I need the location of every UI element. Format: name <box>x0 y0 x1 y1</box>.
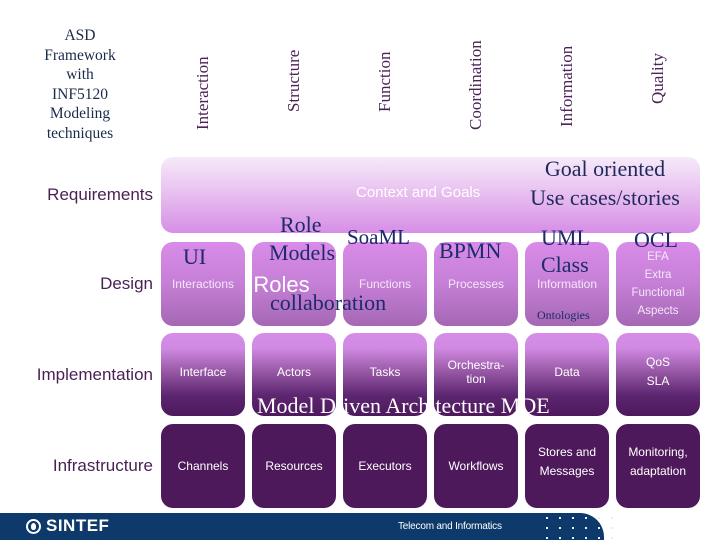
diagram-title: ASD Framework with INF5120 Modeling tech… <box>20 26 140 143</box>
impl-cell-qos: QoS SLA <box>616 333 700 416</box>
decoration-dot <box>572 537 574 539</box>
cell-line: QoS <box>645 354 670 369</box>
soaml-overlay: SoaML <box>347 225 410 249</box>
decoration-dot <box>585 527 587 529</box>
decoration-dot <box>585 537 587 539</box>
sintef-logo: SINTEF <box>26 516 109 536</box>
cell-label: Interactions <box>171 276 235 291</box>
column-header-quality: Quality <box>638 0 678 130</box>
column-header-label: Coordination <box>466 40 485 130</box>
dot-pattern-decoration <box>542 515 617 539</box>
uml-overlay-line2: Class <box>541 252 589 277</box>
decoration-dot <box>611 517 613 519</box>
infra-cell-channels: Channels <box>161 424 245 508</box>
cell-line: Messages <box>539 464 595 478</box>
decoration-dot <box>611 537 613 539</box>
uml-overlay-line1: UML <box>541 225 590 250</box>
cell-line: Workflows <box>448 458 504 473</box>
decoration-dot <box>559 527 561 529</box>
cell-line: Interface <box>179 365 227 379</box>
goal-line: Goal oriented <box>544 156 666 181</box>
infra-cell-stores: Stores and Messages <box>525 424 609 508</box>
decoration-dot <box>611 527 613 529</box>
cell-line: adaptation <box>629 464 687 478</box>
infra-cell-monitoring: Monitoring, adaptation <box>616 424 700 508</box>
cell-line: Data <box>554 365 580 379</box>
cell-line: SLA <box>646 373 670 388</box>
infra-cell-workflows: Workflows <box>434 424 518 508</box>
cell-line: tion <box>466 371 486 386</box>
cell-line: Stores and <box>537 445 597 459</box>
column-header-interaction: Interaction <box>183 0 223 130</box>
decoration-dot <box>546 527 548 529</box>
cell-line: Actors <box>276 365 311 379</box>
ui-overlay: UI <box>183 244 207 269</box>
column-header-label: Function <box>375 51 394 112</box>
cell-line: Channels <box>177 458 229 473</box>
column-header-function: Function <box>365 0 405 130</box>
role-models-overlay-line1: Role <box>280 212 322 237</box>
infra-cell-resources: Resources <box>252 424 336 508</box>
sintef-logo-text: SINTEF <box>46 516 110 535</box>
column-header-structure: Structure <box>274 0 314 130</box>
title-line: with <box>66 66 94 83</box>
cell-line: Orchestra- <box>447 357 505 372</box>
column-header-label: Information <box>557 45 576 127</box>
decoration-dot <box>585 517 587 519</box>
collaboration-overlay: collaboration <box>270 290 387 315</box>
row-label-infrastructure: Infrastructure <box>52 456 153 475</box>
column-header-label: Interaction <box>193 56 212 130</box>
context-and-goals-label: Context and Goals <box>356 184 481 201</box>
title-line: Modeling <box>49 105 111 122</box>
cell-line: Monitoring, <box>628 445 688 459</box>
row-label-design: Design <box>100 274 153 293</box>
decoration-dot <box>598 517 600 519</box>
decoration-dot <box>546 537 548 539</box>
decoration-dot <box>559 537 561 539</box>
cell-label: Processes <box>447 276 505 291</box>
column-header-coordination: Coordination <box>456 0 496 130</box>
cell-line: Aspects <box>637 305 679 317</box>
decoration-dot <box>546 517 548 519</box>
cell-line: Functional <box>631 287 685 299</box>
mda-overlay: Model Driven Architecture MDE <box>257 393 550 418</box>
decoration-dot <box>559 517 561 519</box>
role-models-overlay-line2: Models <box>269 240 335 265</box>
ontologies-label: Ontologies <box>537 308 590 322</box>
title-line: ASD <box>64 27 96 44</box>
cell-line: Tasks <box>369 365 401 379</box>
cell-line: Executors <box>358 458 412 473</box>
decoration-dot <box>598 537 600 539</box>
title-line: techniques <box>46 124 114 142</box>
bpmn-overlay: BPMN <box>439 238 502 263</box>
column-header-label: Structure <box>284 49 303 112</box>
column-header-label: Quality <box>648 53 667 104</box>
infra-cell-executors: Executors <box>343 424 427 508</box>
sintef-logo-icon <box>26 518 41 534</box>
decoration-dot <box>598 527 600 529</box>
title-line: INF5120 <box>52 85 108 103</box>
goal-oriented-overlay: Goal oriented Use cases/stories <box>516 154 694 212</box>
cell-line: Extra <box>644 269 672 281</box>
department-label: Telecom and Informatics <box>398 521 502 532</box>
column-header-information: Information <box>547 0 587 130</box>
decoration-dot <box>572 527 574 529</box>
design-cell-quality: EFA Extra Functional Aspects <box>616 242 700 326</box>
row-label-implementation: Implementation <box>36 365 153 384</box>
cell-line: Resources <box>265 458 323 473</box>
impl-cell-interface: Interface <box>161 333 245 416</box>
decoration-dot <box>572 517 574 519</box>
row-label-requirements: Requirements <box>47 185 153 204</box>
ocl-overlay: OCL <box>634 227 678 252</box>
goal-line: Use cases/stories <box>530 185 680 210</box>
title-line: Framework <box>44 46 116 64</box>
